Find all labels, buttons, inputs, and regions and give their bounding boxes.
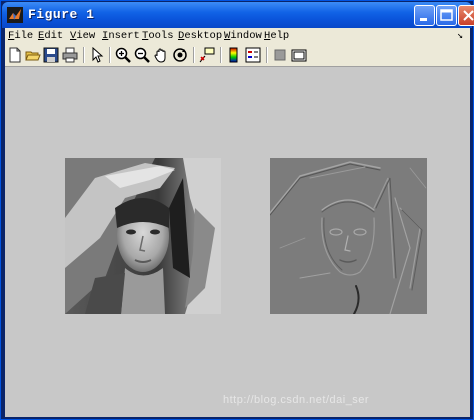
maximize-icon (440, 9, 453, 21)
menu-tools[interactable]: Tools (142, 30, 174, 42)
zoom-in-icon[interactable] (115, 47, 131, 63)
grayscale-portrait-image (65, 158, 221, 314)
figure-canvas[interactable]: http://blog.csdn.net/dai_ser (5, 67, 470, 417)
embossed-edge-filtered-image (270, 158, 427, 314)
watermark-text: http://blog.csdn.net/dai_ser (223, 394, 370, 406)
toolbar-separator (266, 47, 268, 63)
menu-view[interactable]: View (70, 30, 95, 42)
minimize-button[interactable] (414, 5, 435, 26)
rotate-3d-icon[interactable] (172, 47, 188, 63)
toolbar-separator (193, 47, 195, 63)
colorbar-icon[interactable] (226, 47, 242, 63)
maximize-button[interactable] (436, 5, 457, 26)
figure-window: Figure 1 File Edit View Insert Tools Des… (0, 0, 474, 420)
menu-help[interactable]: Help (264, 30, 289, 42)
figure-frame: File Edit View Insert Tools Desktop Wind… (5, 28, 470, 417)
menu-insert[interactable]: Insert (102, 30, 140, 42)
new-figure-icon[interactable] (7, 47, 23, 63)
minimize-icon (420, 18, 427, 21)
menu-window[interactable]: Window (224, 30, 262, 42)
hide-plot-tools-icon[interactable] (272, 47, 288, 63)
close-icon (463, 10, 474, 21)
show-plot-tools-icon[interactable] (291, 47, 307, 63)
dock-arrow-icon[interactable]: ↘ (457, 30, 463, 42)
menu-bar: File Edit View Insert Tools Desktop Wind… (5, 28, 470, 44)
close-button[interactable] (458, 5, 474, 26)
toolbar-separator (83, 47, 85, 63)
pan-hand-icon[interactable] (153, 47, 169, 63)
toolbar-separator (109, 47, 111, 63)
window-title: Figure 1 (28, 7, 95, 22)
zoom-out-icon[interactable] (134, 47, 150, 63)
legend-icon[interactable] (245, 47, 261, 63)
toolbar-separator (220, 47, 222, 63)
data-cursor-icon[interactable] (199, 47, 215, 63)
save-icon[interactable] (43, 47, 59, 63)
print-icon[interactable] (62, 47, 78, 63)
figure-toolbar (5, 44, 470, 67)
edit-plot-arrow-icon[interactable] (89, 47, 105, 63)
menu-edit[interactable]: Edit (38, 30, 63, 42)
open-file-icon[interactable] (25, 47, 41, 63)
menu-desktop[interactable]: Desktop (178, 30, 222, 42)
matlab-logo-icon (7, 7, 23, 23)
title-bar[interactable]: Figure 1 (2, 2, 474, 28)
menu-file[interactable]: File (8, 30, 33, 42)
